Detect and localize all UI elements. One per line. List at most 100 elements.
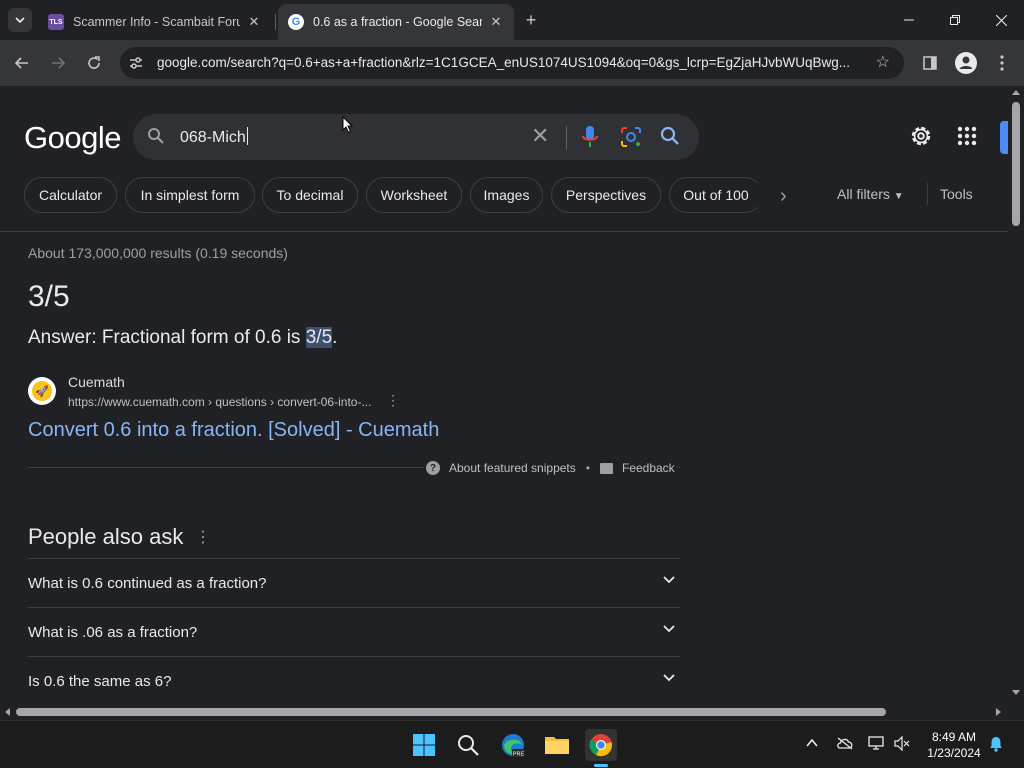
onedrive-icon[interactable] <box>836 736 854 753</box>
taskbar-search-icon[interactable] <box>452 729 484 761</box>
search-results-page: Google 068-Mich ✕ Calculator In simplest… <box>0 86 1008 704</box>
mouse-cursor-icon <box>342 116 354 134</box>
search-divider <box>566 126 567 150</box>
more-options-icon[interactable]: ⋮ <box>195 527 211 547</box>
scrollbar-corner <box>1008 704 1024 720</box>
chip-calculator[interactable]: Calculator <box>24 177 117 213</box>
snippet-footer: ? About featured snippets • Feedback <box>424 461 677 475</box>
clock-date: 1/23/2024 <box>927 746 981 760</box>
back-icon[interactable] <box>10 51 34 75</box>
profile-icon[interactable] <box>954 51 978 75</box>
paa-question[interactable]: Is 0.6 the same as 6? <box>28 656 680 704</box>
tools-button[interactable]: Tools <box>940 186 973 202</box>
tls-favicon-icon: TLS <box>48 14 64 30</box>
featured-answer-text: Answer: Fractional form of 0.6 is 3/5. <box>28 327 338 348</box>
tab-google-search[interactable]: G 0.6 as a fraction - Google Search ✕ <box>278 4 514 40</box>
source-url[interactable]: https://www.cuemath.com › questions › co… <box>68 395 371 409</box>
browser-toolbar: google.com/search?q=0.6+as+a+fraction&rl… <box>0 40 1024 86</box>
google-logo[interactable]: Google <box>24 120 121 156</box>
volume-muted-icon[interactable] <box>894 735 910 754</box>
more-options-icon[interactable]: ⋮ <box>386 392 400 409</box>
chevron-down-icon <box>663 674 675 682</box>
notification-bell-icon[interactable] <box>989 736 1003 755</box>
google-favicon-icon: G <box>288 14 304 30</box>
file-explorer-icon[interactable] <box>541 729 573 761</box>
account-avatar[interactable] <box>1000 121 1008 154</box>
clock-time: 8:49 AM <box>931 730 977 744</box>
tab-scammer-info[interactable]: TLS Scammer Info - Scambait Forum ✕ <box>38 4 272 40</box>
close-tab-icon[interactable]: ✕ <box>246 14 262 30</box>
chip-out-of-100[interactable]: Out of 100 <box>669 177 763 213</box>
horizontal-scroll-thumb[interactable] <box>16 708 886 716</box>
result-stats: About 173,000,000 results (0.19 seconds) <box>28 245 288 261</box>
windows-start-icon[interactable] <box>408 729 440 761</box>
header-divider <box>0 231 1008 232</box>
network-icon[interactable] <box>868 736 886 754</box>
chip-to-decimal[interactable]: To decimal <box>262 177 358 213</box>
forward-icon[interactable] <box>46 51 70 75</box>
close-tab-icon[interactable]: ✕ <box>488 14 504 30</box>
vertical-scrollbar[interactable] <box>1008 86 1024 704</box>
vertical-scroll-thumb[interactable] <box>1012 102 1020 226</box>
search-input[interactable]: 068-Mich <box>180 127 248 147</box>
edge-browser-icon[interactable]: PRE <box>497 729 529 761</box>
voice-search-icon[interactable] <box>582 126 598 148</box>
svg-text:PRE: PRE <box>513 751 525 757</box>
tab-strip: TLS Scammer Info - Scambait Forum ✕ G 0.… <box>0 0 1024 40</box>
scroll-left-icon[interactable] <box>5 708 10 716</box>
taskbar-clock[interactable]: 8:49 AM 1/23/2024 <box>918 729 990 761</box>
scroll-up-icon[interactable] <box>1012 90 1020 95</box>
horizontal-scrollbar[interactable] <box>0 704 1008 720</box>
chip-perspectives[interactable]: Perspectives <box>551 177 661 213</box>
featured-answer: 3/5 <box>28 280 70 313</box>
all-filters-button[interactable]: All filters ▼ <box>837 186 904 202</box>
chip-images[interactable]: Images <box>470 177 543 213</box>
url-text[interactable]: google.com/search?q=0.6+as+a+fraction&rl… <box>157 55 867 70</box>
windows-taskbar: PRE 8:49 AM 1/23/2024 <box>0 720 1024 768</box>
menu-kebab-icon[interactable] <box>990 51 1014 75</box>
bookmark-star-icon[interactable]: ☆ <box>876 52 890 72</box>
google-lens-icon[interactable] <box>620 126 642 148</box>
chevron-down-icon <box>663 625 675 633</box>
chevron-down-icon <box>15 17 25 24</box>
tab-separator <box>275 14 276 30</box>
chevron-down-icon <box>663 576 675 584</box>
help-icon: ? <box>426 461 440 475</box>
result-link[interactable]: Convert 0.6 into a fraction. [Solved] - … <box>28 419 439 442</box>
close-window-icon[interactable] <box>989 8 1013 32</box>
tab-title: 0.6 as a fraction - Google Search <box>313 15 482 29</box>
people-also-ask-title: People also ask <box>28 524 184 549</box>
minimize-icon[interactable] <box>897 8 921 32</box>
reload-icon[interactable] <box>82 51 106 75</box>
chip-simplest-form[interactable]: In simplest form <box>125 177 255 213</box>
settings-gear-icon[interactable] <box>909 124 933 148</box>
restore-icon[interactable] <box>943 8 967 32</box>
tab-search-button[interactable] <box>8 8 32 32</box>
clear-icon[interactable]: ✕ <box>531 125 549 147</box>
new-tab-icon[interactable]: + <box>521 10 541 30</box>
footer-separator: • <box>585 461 590 475</box>
show-hidden-icons-icon[interactable] <box>806 735 818 751</box>
scroll-down-icon[interactable] <box>1012 690 1020 695</box>
search-box[interactable]: 068-Mich ✕ <box>133 114 699 160</box>
about-featured-snippets-link[interactable]: About featured snippets <box>449 461 576 475</box>
search-submit-icon[interactable] <box>660 126 680 146</box>
active-app-indicator <box>594 764 608 767</box>
answer-highlight: 3/5 <box>305 327 333 348</box>
google-apps-icon[interactable] <box>955 124 979 148</box>
tab-title: Scammer Info - Scambait Forum <box>73 15 240 29</box>
chrome-browser-icon[interactable] <box>585 729 617 761</box>
search-icon <box>148 128 164 144</box>
paa-question[interactable]: What is 0.6 continued as a fraction? <box>28 558 680 607</box>
address-bar[interactable]: google.com/search?q=0.6+as+a+fraction&rl… <box>120 47 904 79</box>
cuemath-logo-icon[interactable]: 🚀 <box>28 377 56 405</box>
chevron-right-icon[interactable]: › <box>780 185 787 208</box>
filters-divider <box>927 183 928 205</box>
feedback-link[interactable]: Feedback <box>622 461 675 475</box>
site-settings-icon[interactable] <box>128 55 144 71</box>
scroll-right-icon[interactable] <box>996 708 1001 716</box>
source-name[interactable]: Cuemath <box>68 374 125 390</box>
paa-question[interactable]: What is .06 as a fraction? <box>28 607 680 656</box>
side-panel-icon[interactable] <box>918 51 942 75</box>
chip-worksheet[interactable]: Worksheet <box>366 177 462 213</box>
